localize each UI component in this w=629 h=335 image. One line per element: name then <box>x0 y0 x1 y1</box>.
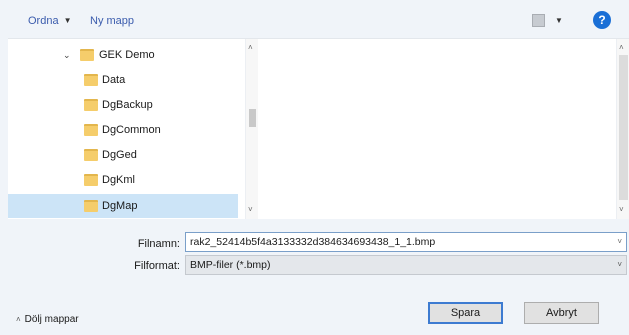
folder-icon <box>80 49 94 61</box>
folder-icon <box>84 200 98 212</box>
tree-item-label: DgMap <box>102 200 138 212</box>
scroll-up-icon[interactable]: ˄ <box>619 43 624 52</box>
tree-item-dgged[interactable]: DgGed <box>8 143 238 167</box>
organize-label: Ordna <box>28 15 59 27</box>
view-options-chevron-icon[interactable]: ▼ <box>555 14 563 27</box>
scroll-down-icon[interactable]: ˅ <box>619 205 624 214</box>
filename-label: Filnamn: <box>137 238 180 250</box>
folder-icon <box>84 174 98 186</box>
chevron-down-icon[interactable]: ˅ <box>617 233 622 251</box>
save-dialog: Ordna ▼ Ny mapp ▼ ? ⌄ GEK Demo Data DgBac… <box>0 0 629 335</box>
cancel-button[interactable]: Avbryt <box>524 302 599 324</box>
navigation-tree: ⌄ GEK Demo Data DgBackup DgCommon DgGed <box>8 39 245 219</box>
scroll-down-icon[interactable]: ˅ <box>248 205 253 214</box>
filetype-label: Filformat: <box>134 260 180 272</box>
new-folder-button[interactable]: Ny mapp <box>90 12 134 30</box>
filename-value: rak2_52414b5f4a3133332d384634693438_1_1.… <box>190 236 436 248</box>
tree-item-label: DgBackup <box>102 99 153 111</box>
hide-folders-label: Dölj mappar <box>24 314 79 325</box>
tree-item-label: DgKml <box>102 174 136 186</box>
tree-item-dgcommon[interactable]: DgCommon <box>8 118 238 142</box>
folder-icon <box>84 74 98 86</box>
tree-item-dgmap[interactable]: DgMap <box>8 194 238 218</box>
filetype-value: BMP-filer (*.bmp) <box>190 259 271 271</box>
tree-item-label: DgCommon <box>102 124 161 136</box>
filename-input[interactable]: rak2_52414b5f4a3133332d384634693438_1_1.… <box>185 232 627 252</box>
file-list-pane[interactable] <box>258 39 616 219</box>
folder-icon <box>84 124 98 136</box>
folder-icon <box>84 99 98 111</box>
scroll-thumb[interactable] <box>619 55 628 200</box>
file-list-scrollbar[interactable]: ˄ ˅ <box>616 39 629 219</box>
save-button[interactable]: Spara <box>428 302 503 324</box>
chevron-down-icon: ▼ <box>63 16 72 25</box>
tree-item-data[interactable]: Data <box>8 68 238 92</box>
tree-item-label: DgGed <box>102 149 137 161</box>
hide-folders-toggle[interactable]: ˄ Dölj mappar <box>16 314 79 325</box>
organize-button[interactable]: Ordna ▼ <box>28 12 72 30</box>
chevron-down-icon[interactable]: ˅ <box>617 256 622 274</box>
tree-item-label: GEK Demo <box>99 49 155 61</box>
view-options-icon[interactable] <box>532 14 545 27</box>
tree-item-gek-demo[interactable]: ⌄ GEK Demo <box>8 43 238 67</box>
chevron-up-icon: ˄ <box>16 315 21 324</box>
folder-icon <box>84 149 98 161</box>
help-icon[interactable]: ? <box>593 11 611 29</box>
expand-arrow-icon[interactable]: ⌄ <box>63 43 71 67</box>
scroll-thumb[interactable] <box>249 109 256 127</box>
scroll-up-icon[interactable]: ˄ <box>248 43 253 52</box>
tree-item-dgbackup[interactable]: DgBackup <box>8 93 238 117</box>
file-browser: ⌄ GEK Demo Data DgBackup DgCommon DgGed <box>8 38 629 219</box>
filetype-select[interactable]: BMP-filer (*.bmp) ˅ <box>185 255 627 275</box>
tree-item-dgkml[interactable]: DgKml <box>8 168 238 192</box>
tree-item-label: Data <box>102 74 126 86</box>
tree-scrollbar[interactable]: ˄ ˅ <box>245 39 258 219</box>
toolbar: Ordna ▼ Ny mapp ▼ ? <box>0 0 629 40</box>
